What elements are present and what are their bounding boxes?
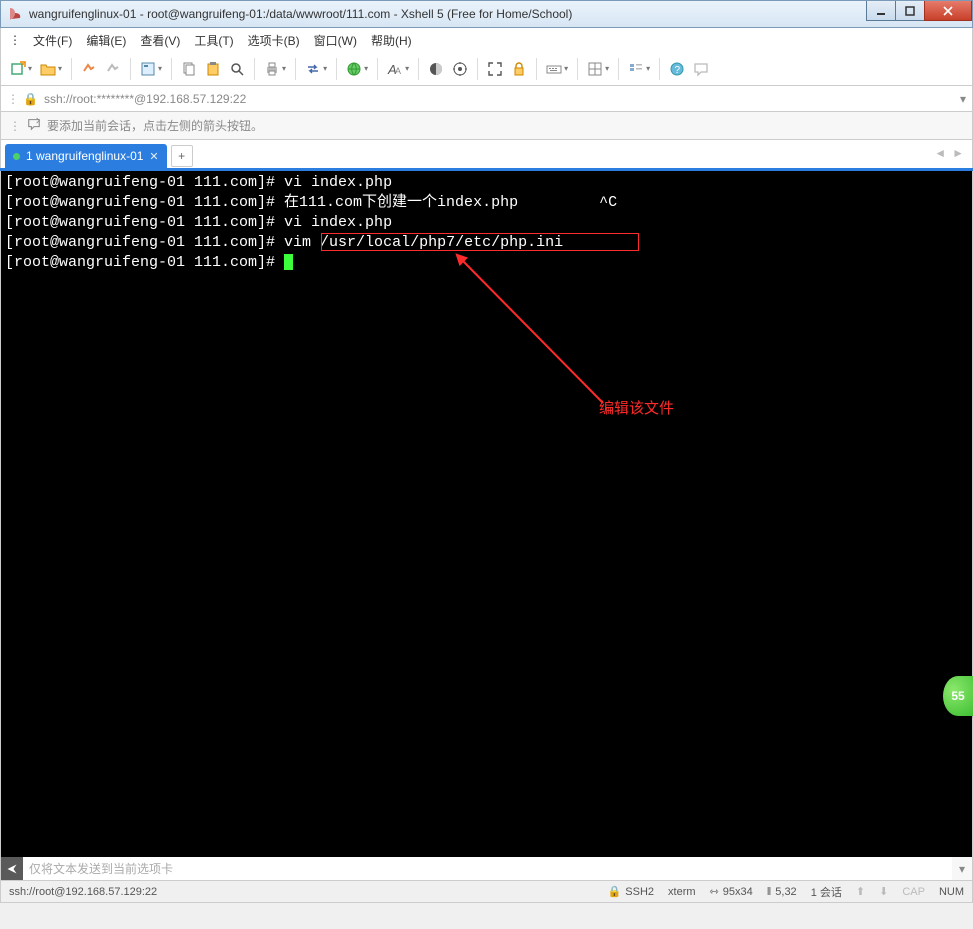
- toolbar-separator: [71, 58, 72, 80]
- tab-prev-icon[interactable]: ◄: [934, 146, 946, 160]
- terminal-line: [root@wangruifeng-01 111.com]# vim /usr/…: [5, 233, 968, 253]
- toolbar-separator: [295, 58, 296, 80]
- annotation-arrow-icon: [453, 251, 613, 411]
- window-minimize-button[interactable]: [866, 1, 896, 21]
- status-size: ⇿ 95x34: [710, 885, 753, 898]
- highlight-button[interactable]: [449, 57, 471, 81]
- toolbar-separator: [418, 58, 419, 80]
- terminal-line: [root@wangruifeng-01 111.com]# vi index.…: [5, 213, 968, 233]
- status-term: xterm: [668, 886, 696, 898]
- tab-close-icon[interactable]: ✕: [149, 150, 158, 163]
- window-maximize-button[interactable]: [895, 1, 925, 21]
- status-up-icon: ⬆: [856, 885, 865, 898]
- window-titlebar: wangruifenglinux-01 - root@wangruifeng-0…: [0, 0, 973, 28]
- copy-button[interactable]: [178, 57, 200, 81]
- menu-edit[interactable]: 编辑(E): [86, 32, 126, 49]
- status-num: NUM: [939, 886, 964, 898]
- toolbar-separator: [618, 58, 619, 80]
- paste-button[interactable]: [202, 57, 224, 81]
- status-cursor-pos: ‖ 5,32: [767, 886, 797, 898]
- toolbar-separator: [377, 58, 378, 80]
- layout-button[interactable]: [584, 57, 612, 81]
- toolbar-separator: [130, 58, 131, 80]
- reconnect-button[interactable]: [78, 57, 100, 81]
- menubar: ⋮ 文件(F) 编辑(E) 查看(V) 工具(T) 选项卡(B) 窗口(W) 帮…: [0, 28, 973, 52]
- lock-button[interactable]: [508, 57, 530, 81]
- status-cap: CAP: [902, 886, 925, 898]
- toolbar-separator: [477, 58, 478, 80]
- font-button[interactable]: AA: [384, 57, 412, 81]
- menu-help[interactable]: 帮助(H): [371, 32, 412, 49]
- menu-tabs[interactable]: 选项卡(B): [248, 32, 300, 49]
- status-down-icon: ⬇: [879, 885, 888, 898]
- tab-strip: 1 wangruifenglinux-01 ✕ + ◄ ►: [0, 140, 973, 168]
- color-scheme-button[interactable]: [425, 57, 447, 81]
- print-button[interactable]: [261, 57, 289, 81]
- send-bar: ▾: [0, 857, 973, 881]
- toolbar-separator: [171, 58, 172, 80]
- view-button[interactable]: [625, 57, 653, 81]
- toolbar-separator: [536, 58, 537, 80]
- connection-status-icon: [13, 153, 20, 160]
- tab-next-icon[interactable]: ►: [952, 146, 964, 160]
- menubar-grip: ⋮: [9, 33, 15, 47]
- new-session-button[interactable]: [7, 57, 35, 81]
- chat-button[interactable]: [690, 57, 712, 81]
- svg-text:?: ?: [675, 65, 681, 76]
- terminal-line: [root@wangruifeng-01 111.com]# 在111.com下…: [5, 193, 968, 213]
- toolbar-separator: [336, 58, 337, 80]
- properties-button[interactable]: [137, 57, 165, 81]
- help-button[interactable]: ?: [666, 57, 688, 81]
- send-icon[interactable]: [1, 857, 23, 880]
- terminal-line: [root@wangruifeng-01 111.com]# vi index.…: [5, 173, 968, 193]
- addrbar-grip: ⋮: [7, 92, 19, 106]
- disconnect-button[interactable]: [102, 57, 124, 81]
- status-bar: ssh://root@192.168.57.129:22 🔒SSH2 xterm…: [0, 881, 973, 903]
- transfer-button[interactable]: [302, 57, 330, 81]
- menu-file[interactable]: 文件(F): [33, 32, 72, 49]
- floating-badge[interactable]: 55: [943, 676, 973, 716]
- info-tip-text: 要添加当前会话，点击左侧的箭头按钮。: [47, 117, 263, 134]
- add-session-icon[interactable]: [27, 117, 41, 134]
- address-dropdown-icon[interactable]: ▾: [960, 92, 966, 106]
- terminal[interactable]: [root@wangruifeng-01 111.com]# vi index.…: [0, 171, 973, 857]
- window-title: wangruifenglinux-01 - root@wangruifeng-0…: [29, 7, 572, 21]
- menu-view[interactable]: 查看(V): [140, 32, 180, 49]
- tab-label: 1 wangruifenglinux-01: [26, 149, 143, 163]
- toolbar-separator: [577, 58, 578, 80]
- find-button[interactable]: [226, 57, 248, 81]
- send-input[interactable]: [23, 857, 952, 880]
- fullscreen-button[interactable]: [484, 57, 506, 81]
- toolbar-separator: [254, 58, 255, 80]
- status-connection: ssh://root@192.168.57.129:22: [9, 886, 157, 898]
- keyboard-button[interactable]: [543, 57, 571, 81]
- infostrip-grip: ⋮: [9, 119, 21, 133]
- status-sessions: 1 会话: [811, 884, 842, 900]
- terminal-line: [root@wangruifeng-01 111.com]#: [5, 253, 968, 273]
- open-session-button[interactable]: [37, 57, 65, 81]
- address-text[interactable]: ssh://root:********@192.168.57.129:22: [44, 92, 246, 106]
- session-tab[interactable]: 1 wangruifenglinux-01 ✕: [5, 144, 167, 168]
- svg-text:A: A: [395, 66, 401, 76]
- send-dropdown-icon[interactable]: ▾: [952, 862, 972, 876]
- new-tab-button[interactable]: +: [171, 145, 193, 167]
- web-button[interactable]: [343, 57, 371, 81]
- status-protocol: 🔒SSH2: [608, 885, 654, 898]
- address-bar: ⋮ 🔒 ssh://root:********@192.168.57.129:2…: [0, 86, 973, 112]
- menu-tools[interactable]: 工具(T): [194, 32, 233, 49]
- info-strip: ⋮ 要添加当前会话，点击左侧的箭头按钮。: [0, 112, 973, 140]
- toolbar-separator: [659, 58, 660, 80]
- menu-window[interactable]: 窗口(W): [314, 32, 357, 49]
- toolbar: AA ?: [0, 52, 973, 86]
- app-icon: [7, 6, 23, 22]
- annotation-text: 编辑该文件: [599, 399, 674, 419]
- window-close-button[interactable]: [924, 1, 972, 21]
- terminal-cursor: [284, 254, 293, 270]
- lock-icon: 🔒: [23, 92, 38, 106]
